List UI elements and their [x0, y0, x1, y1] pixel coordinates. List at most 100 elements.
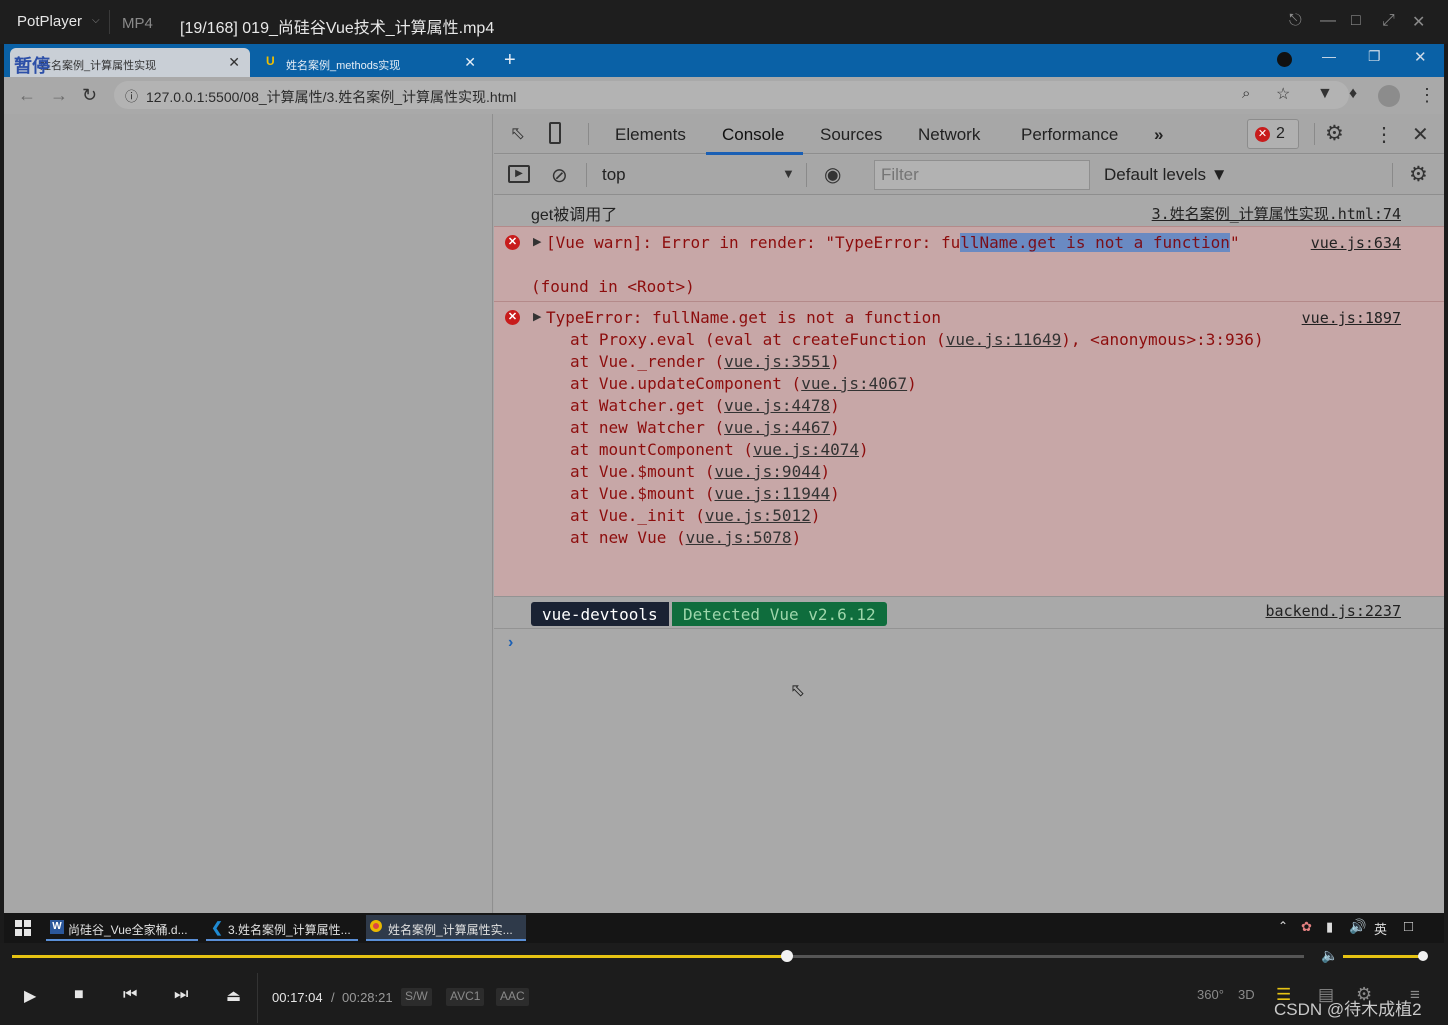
audio-codec-tag[interactable]: AAC — [496, 988, 529, 1006]
url-field[interactable]: ⓘ 127.0.0.1:5500/08_计算属性/3.姓名案例_计算属性实现.h… — [114, 81, 1349, 109]
log-levels-dropdown[interactable]: Default levels ▼ — [1104, 165, 1228, 185]
taskbar-item-word[interactable]: W 尚硅谷_Vue全家桶.d... — [46, 915, 198, 941]
stack-frame-text: at Vue._init ( — [570, 506, 705, 525]
more-tabs-icon[interactable]: » — [1154, 125, 1163, 145]
ime-indicator[interactable]: 英 — [1374, 919, 1387, 938]
zoom-icon[interactable]: ⌕ — [1242, 85, 1250, 102]
close-icon[interactable]: ✕ — [1414, 48, 1427, 66]
taskbar-active-underline — [366, 939, 526, 941]
stack-frame-text: ) — [820, 462, 831, 481]
tab-network[interactable]: Network — [918, 125, 980, 145]
reload-icon[interactable]: ↻ — [82, 85, 97, 106]
stack-frame-link[interactable]: vue.js:11649 — [946, 330, 1062, 349]
next-icon[interactable]: ⏭ — [174, 986, 188, 1004]
battery-icon[interactable]: ▮ — [1326, 919, 1333, 935]
seek-bar[interactable] — [12, 950, 1304, 962]
tab-inactive[interactable]: U 姓名案例_methods实现 ✕ — [256, 48, 486, 77]
notification-icon[interactable]: □ — [1404, 918, 1413, 935]
tab-performance[interactable]: Performance — [1021, 125, 1118, 145]
tray-expand-icon[interactable]: ⌃ — [1278, 919, 1288, 933]
chevron-down-icon[interactable]: ⌵ — [92, 15, 100, 26]
stack-frame-link[interactable]: vue.js:4067 — [801, 374, 907, 393]
volume-slider[interactable] — [1343, 951, 1429, 961]
console-prompt-icon[interactable]: › — [508, 634, 513, 652]
extensions-icon[interactable]: ♦ — [1349, 85, 1357, 103]
restore-icon[interactable]: ❐ — [1368, 48, 1381, 65]
close-icon[interactable]: ✕ — [1412, 12, 1425, 32]
taskbar-item-label: 尚硅谷_Vue全家桶.d... — [68, 923, 188, 937]
taskbar-item-vscode[interactable]: ❮ 3.姓名案例_计算属性... — [206, 915, 358, 941]
close-icon[interactable]: ✕ — [464, 54, 476, 71]
close-icon[interactable]: ✕ — [1412, 122, 1429, 147]
vr-360-button[interactable]: 360° — [1197, 987, 1224, 1002]
close-icon[interactable]: ✕ — [228, 54, 240, 71]
stack-frame-text: ) — [859, 440, 869, 459]
stack-frame-link[interactable]: vue.js:11944 — [715, 484, 831, 503]
minimize-icon[interactable]: — — [1322, 48, 1336, 64]
decoder-tag[interactable]: S/W — [401, 988, 432, 1006]
tab-sources[interactable]: Sources — [820, 125, 882, 145]
warn-prefix: [Vue warn]: Error in render: "TypeError:… — [546, 233, 961, 252]
inspect-element-icon[interactable]: ⬁ — [510, 123, 525, 144]
levels-label: Default levels — [1104, 165, 1207, 184]
filter-input[interactable] — [874, 160, 1090, 190]
stop-icon[interactable]: ■ — [74, 986, 84, 1004]
sidebar-toggle-icon[interactable]: ▶ — [508, 165, 530, 183]
stack-frame-link[interactable]: vue.js:4478 — [724, 396, 830, 415]
volume-handle[interactable] — [1418, 951, 1429, 961]
stack-frame-link[interactable]: vue.js:4467 — [724, 418, 830, 437]
new-tab-plus-icon[interactable]: + — [504, 49, 516, 72]
source-link[interactable]: 3.姓名案例_计算属性实现.html:74 — [1152, 203, 1401, 224]
3d-button[interactable]: 3D — [1238, 987, 1255, 1002]
forward-icon[interactable]: → — [50, 85, 68, 106]
clear-console-icon[interactable]: ⊘ — [551, 163, 568, 188]
device-toolbar-icon[interactable] — [549, 122, 561, 144]
error-count-badge[interactable]: ✕ 2 — [1247, 119, 1299, 149]
info-icon[interactable]: ⓘ — [125, 86, 138, 105]
eye-icon[interactable]: ◉ — [824, 162, 841, 187]
speaker-icon[interactable]: 🔈 — [1321, 947, 1338, 964]
devtools-toolbar: ⬁ Elements Console Sources Network Perfo… — [494, 114, 1444, 155]
maximize-icon[interactable]: □ — [1351, 12, 1361, 30]
previous-icon[interactable]: ⏮ — [123, 986, 137, 1004]
console-settings-gear-icon[interactable]: ⚙ — [1409, 162, 1428, 187]
taskbar-item-label: 3.姓名案例_计算属性... — [228, 923, 351, 937]
eject-icon[interactable]: ⏏ — [226, 986, 241, 1006]
back-icon[interactable]: ← — [18, 85, 36, 106]
source-link[interactable]: vue.js:1897 — [1302, 309, 1401, 327]
stack-frame-link[interactable]: vue.js:5078 — [686, 528, 792, 547]
stack-frame: at Proxy.eval (eval at createFunction (v… — [570, 330, 1264, 349]
taskbar-item-chrome[interactable]: 姓名案例_计算属性实... — [366, 915, 526, 941]
tray-app-icon[interactable]: ✿ — [1301, 919, 1312, 935]
stack-frame-link[interactable]: vue.js:3551 — [724, 352, 830, 371]
expand-triangle-icon[interactable]: ▶ — [533, 235, 541, 248]
vue-extension-icon[interactable]: ▼ — [1317, 85, 1333, 103]
play-icon[interactable]: ▶ — [24, 986, 36, 1006]
stack-frame-link[interactable]: vue.js:5012 — [705, 506, 811, 525]
source-link[interactable]: vue.js:634 — [1311, 234, 1401, 252]
pin-icon[interactable]: ⎋ — [1289, 12, 1302, 30]
bookmark-star-icon[interactable]: ☆ — [1276, 84, 1290, 104]
windows-start-icon[interactable] — [15, 920, 31, 936]
source-link[interactable]: backend.js:2237 — [1266, 602, 1401, 620]
settings-gear-icon[interactable]: ⚙ — [1325, 121, 1344, 146]
menu-kebab-icon[interactable]: ⋮ — [1418, 85, 1436, 106]
volume-icon[interactable]: 🔊 — [1349, 918, 1366, 935]
context-select[interactable]: top — [602, 165, 626, 185]
profile-dropdown-icon[interactable] — [1277, 52, 1292, 67]
expand-triangle-icon[interactable]: ▶ — [533, 310, 541, 323]
seek-handle[interactable] — [781, 950, 794, 962]
stack-frame-link[interactable]: vue.js:4074 — [753, 440, 859, 459]
tab-elements[interactable]: Elements — [615, 125, 686, 145]
player-brand-menu[interactable]: PotPlayer — [17, 13, 82, 30]
warn-suffix: " — [1229, 233, 1240, 252]
video-codec-tag[interactable]: AVC1 — [446, 988, 485, 1006]
tab-console[interactable]: Console — [722, 125, 784, 145]
fullscreen-icon[interactable]: ⤢ — [1382, 12, 1395, 30]
minimize-icon[interactable]: — — [1320, 12, 1336, 30]
avatar[interactable] — [1378, 85, 1400, 107]
menu-kebab-icon[interactable]: ⋮ — [1374, 122, 1394, 147]
caret-down-icon[interactable]: ▼ — [782, 166, 795, 181]
seek-bar-fill — [12, 955, 788, 958]
stack-frame-link[interactable]: vue.js:9044 — [715, 462, 821, 481]
